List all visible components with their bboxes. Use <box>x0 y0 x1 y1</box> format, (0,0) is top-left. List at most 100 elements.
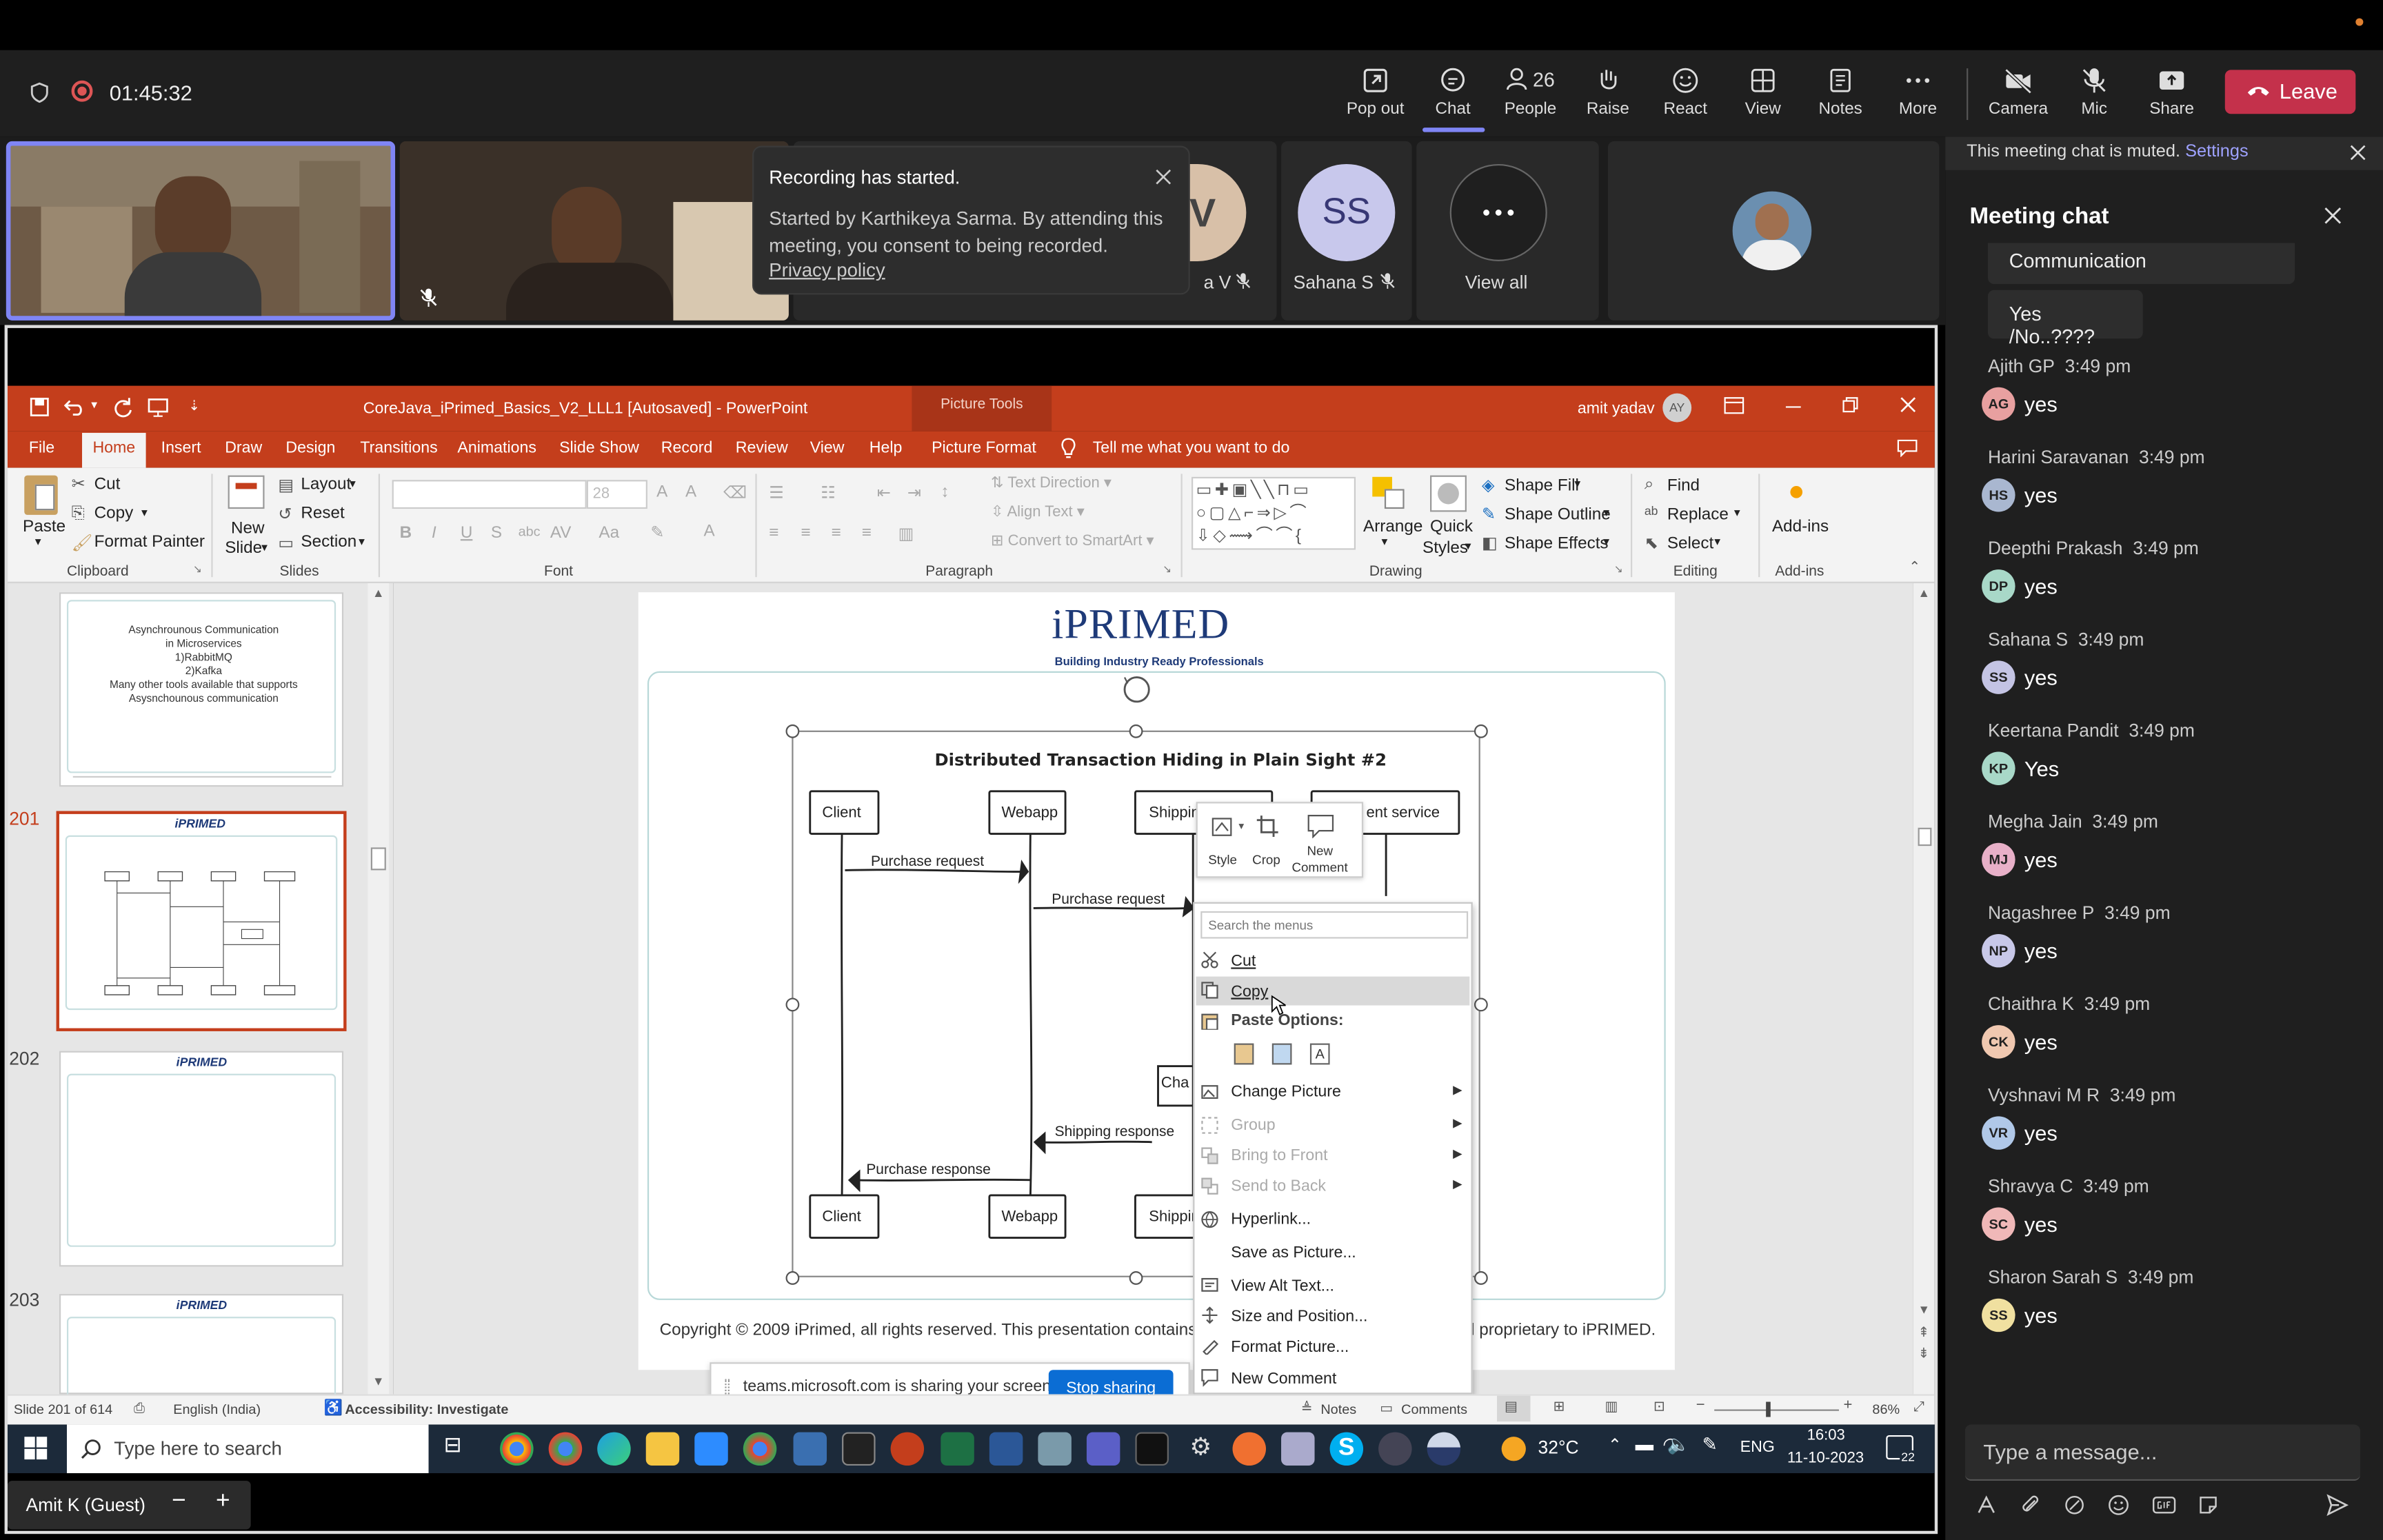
zoom-out-share-icon[interactable]: − <box>172 1488 186 1516</box>
slide-thumbnail-203[interactable]: iPRIMED <box>59 1294 344 1408</box>
edge-icon[interactable] <box>597 1432 631 1466</box>
menu-size-position[interactable]: Size and Position... <box>1231 1308 1367 1326</box>
justify-icon[interactable]: ≡ <box>862 524 872 542</box>
view-button[interactable]: View <box>1727 67 1800 119</box>
quick-styles-button-line1[interactable]: Quick <box>1430 518 1473 536</box>
zoom-level[interactable]: 86% <box>1872 1402 1900 1417</box>
volume-icon[interactable]: 🔈 <box>1667 1434 1690 1455</box>
shape-effects-dropdown-icon[interactable]: ▾ <box>1603 535 1609 549</box>
decrease-indent-icon[interactable]: ⇤ <box>877 483 891 503</box>
slide-thumbnail-200[interactable]: Asynchrounous Communication in Microservi… <box>59 592 344 787</box>
text-direction-button[interactable]: ⇅ Text Direction ▾ <box>991 476 1112 492</box>
zoom-app-icon[interactable] <box>694 1432 728 1466</box>
powerpoint-icon[interactable] <box>890 1432 925 1466</box>
menu-search-input[interactable]: Search the menus <box>1200 911 1469 939</box>
accessibility-status[interactable]: Accessibility: Investigate <box>345 1402 508 1417</box>
resize-handle[interactable] <box>1474 997 1488 1012</box>
cmd-icon[interactable] <box>1135 1432 1169 1466</box>
chrome-profile-icon[interactable] <box>548 1432 583 1466</box>
slide-thumbnail-202[interactable]: iPRIMED <box>59 1051 344 1267</box>
camera-button[interactable]: Camera <box>1982 67 2055 119</box>
slide-thumbnail-201-selected[interactable]: iPRIMED <box>56 811 347 1031</box>
chrome-app-icon[interactable] <box>500 1432 534 1466</box>
align-left-icon[interactable]: ≡ <box>769 524 778 542</box>
prev-slide-icon[interactable]: ⇞ <box>1918 1324 1930 1341</box>
taskbar-search[interactable]: Type here to search <box>66 1424 429 1474</box>
menu-new-comment[interactable]: New Comment <box>1231 1370 1336 1388</box>
paste-option-text-only[interactable]: A <box>1309 1043 1330 1065</box>
ribbon-tab-record[interactable]: Record <box>661 439 713 457</box>
menu-change-picture[interactable]: Change Picture <box>1231 1083 1341 1101</box>
resize-handle[interactable] <box>1129 1271 1143 1285</box>
slideshow-icon[interactable]: ⊡ <box>1653 1399 1665 1415</box>
font-name-input[interactable] <box>392 480 587 509</box>
quick-styles-dropdown-icon[interactable]: ▾ <box>1465 539 1471 553</box>
next-slide-icon[interactable]: ⇟ <box>1918 1346 1930 1362</box>
zoom-in-icon[interactable]: + <box>1844 1397 1853 1414</box>
sticker-icon[interactable] <box>2198 1495 2219 1516</box>
shape-outline-dropdown-icon[interactable]: ▾ <box>1603 506 1609 520</box>
mini-new-comment-line2[interactable]: Comment <box>1291 860 1347 875</box>
app-icon-gray[interactable] <box>1038 1432 1072 1466</box>
format-painter-button[interactable]: Format Painter <box>94 533 205 551</box>
select-button[interactable]: Select <box>1667 535 1713 553</box>
layout-button[interactable]: Layout <box>301 476 351 494</box>
menu-cut[interactable]: Cut <box>1231 952 1256 970</box>
menu-save-as-picture[interactable]: Save as Picture... <box>1231 1244 1356 1262</box>
ribbon-tab-review[interactable]: Review <box>736 439 788 457</box>
collapse-ribbon-icon[interactable]: ⌃ <box>1909 559 1920 576</box>
message-input[interactable]: Type a message... <box>1964 1424 2360 1481</box>
participant-video-2[interactable] <box>399 141 789 321</box>
tell-me-search[interactable]: Tell me what you want to do <box>1093 439 1290 457</box>
app-icon-blue[interactable] <box>793 1432 827 1466</box>
close-icon[interactable] <box>1155 169 1172 185</box>
shape-effects-button[interactable]: Shape Effects <box>1505 535 1609 553</box>
notes-status-button[interactable]: Notes <box>1320 1402 1356 1417</box>
scroll-up-icon[interactable]: ▲ <box>1918 586 1930 600</box>
thumbnail-scrollbar[interactable] <box>368 583 390 1395</box>
excel-icon[interactable] <box>941 1432 974 1466</box>
align-center-icon[interactable]: ≡ <box>801 524 811 542</box>
pen-tray-icon[interactable]: ✎ <box>1702 1434 1718 1455</box>
crop-icon[interactable] <box>1256 814 1280 838</box>
new-slide-button-line2[interactable]: Slide <box>225 539 262 557</box>
emoji-icon[interactable] <box>2108 1495 2129 1516</box>
bullets-icon[interactable]: ☰ <box>769 483 784 503</box>
dialog-launcher-icon[interactable]: ↘ <box>1614 563 1623 576</box>
dialog-launcher-icon[interactable]: ↘ <box>1163 563 1172 576</box>
share-button[interactable]: Share <box>2135 67 2209 119</box>
privacy-policy-link[interactable]: Privacy policy <box>769 260 885 281</box>
new-slide-icon[interactable] <box>228 475 265 509</box>
slide-sorter-icon[interactable]: ⊞ <box>1554 1399 1565 1415</box>
language-status[interactable]: English (India) <box>173 1402 261 1417</box>
scroll-up-icon[interactable]: ▲ <box>372 586 384 600</box>
scroll-down-icon[interactable]: ▼ <box>372 1375 384 1388</box>
format-icon[interactable] <box>1975 1495 1997 1516</box>
view-all-tile[interactable]: View all <box>1416 141 1599 321</box>
teams-icon[interactable] <box>1086 1432 1120 1466</box>
settings-gear-icon[interactable]: ⚙ <box>1183 1432 1218 1466</box>
file-explorer-icon[interactable] <box>645 1432 680 1466</box>
replace-dropdown-icon[interactable]: ▾ <box>1734 506 1740 520</box>
align-text-button[interactable]: ⇳ Align Text ▾ <box>991 504 1085 520</box>
ribbon-tab-transitions[interactable]: Transitions <box>360 439 437 457</box>
comments-status-button[interactable]: Comments <box>1401 1402 1467 1417</box>
chat-button[interactable]: Chat <box>1416 67 1489 119</box>
task-view-icon[interactable]: ⊟ <box>444 1432 462 1458</box>
quick-styles-icon[interactable] <box>1430 475 1467 512</box>
shadow-icon[interactable]: S <box>491 524 502 542</box>
style-icon[interactable] <box>1211 814 1239 838</box>
ribbon-display-icon[interactable] <box>1723 396 1744 414</box>
columns-icon[interactable]: ▥ <box>898 524 914 543</box>
loop-icon[interactable] <box>2064 1495 2085 1516</box>
paste-option-keep-source[interactable] <box>1234 1043 1254 1065</box>
send-icon[interactable] <box>2325 1493 2349 1517</box>
find-button[interactable]: Find <box>1667 477 1700 495</box>
ribbon-tab-slide-show[interactable]: Slide Show <box>559 439 639 457</box>
change-case-icon[interactable]: Aa <box>599 524 619 542</box>
highlight-icon[interactable]: ✎ <box>650 523 664 542</box>
ribbon-tab-insert[interactable]: Insert <box>161 439 201 457</box>
minimize-icon[interactable] <box>1785 405 1801 408</box>
more-button[interactable]: More <box>1882 67 1955 119</box>
spell-check-icon[interactable]: ⎙ <box>134 1400 145 1417</box>
